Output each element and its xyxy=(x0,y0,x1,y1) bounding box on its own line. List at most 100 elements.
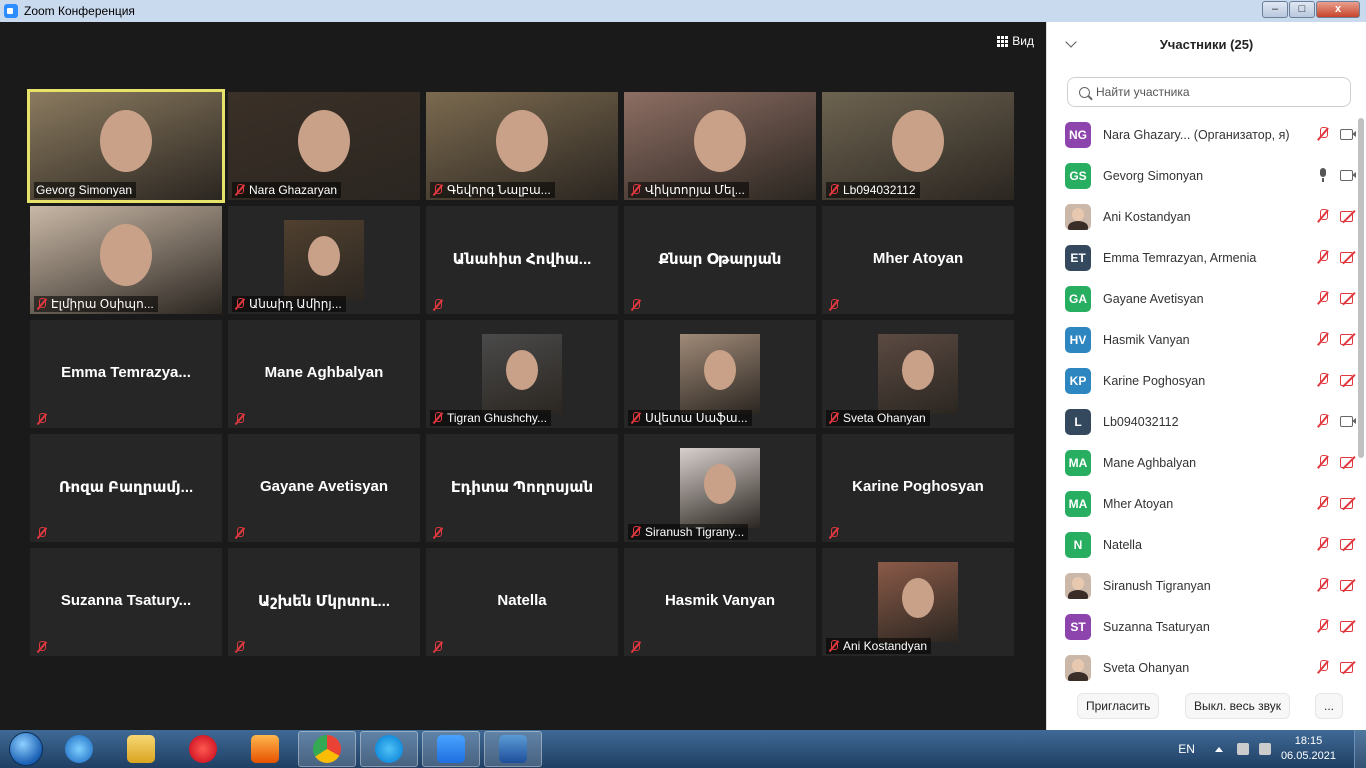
video-tile[interactable]: Էդիտա Պողոսյան xyxy=(426,434,618,542)
participant-name: Gevorg Simonyan xyxy=(1103,169,1203,183)
volume-icon[interactable] xyxy=(1258,743,1271,755)
video-camera-off-icon[interactable] xyxy=(1340,537,1357,551)
tray-expand-icon[interactable] xyxy=(1214,746,1223,752)
taskbar-app-button[interactable] xyxy=(360,731,418,767)
microphone-muted-icon[interactable] xyxy=(1316,496,1330,510)
video-camera-off-icon[interactable] xyxy=(1340,496,1357,510)
video-tile[interactable]: Emma Temrazya... xyxy=(30,320,222,428)
video-tile[interactable]: Siranush Tigrany... xyxy=(624,434,816,542)
participant-name: Emma Temrazyan, Armenia xyxy=(1103,251,1256,265)
microphone-muted-icon[interactable] xyxy=(1316,332,1330,346)
invite-button[interactable]: Пригласить xyxy=(1077,693,1160,719)
video-tile[interactable]: Անաիդ Ամիրյ... xyxy=(228,206,420,314)
video-camera-off-icon[interactable] xyxy=(1340,291,1357,305)
microphone-muted-icon[interactable] xyxy=(1316,250,1330,264)
video-tile[interactable]: Ռոզա Բաղրամյ... xyxy=(30,434,222,542)
show-desktop-button[interactable] xyxy=(1354,730,1366,768)
video-tile[interactable]: Էլմիրա Օսիպո... xyxy=(30,206,222,314)
participant-row[interactable]: MA Mher Atoyan xyxy=(1047,483,1357,524)
video-camera-off-icon[interactable] xyxy=(1340,250,1357,264)
microphone-muted-icon[interactable] xyxy=(1316,455,1330,469)
video-tile[interactable]: Mane Aghbalyan xyxy=(228,320,420,428)
panel-header: Участники (25) xyxy=(1047,22,1366,66)
more-button[interactable]: ... xyxy=(1315,693,1344,719)
video-tile[interactable]: Natella xyxy=(426,548,618,656)
video-tile[interactable]: Suzanna Tsatury... xyxy=(30,548,222,656)
search-input[interactable]: Найти участника xyxy=(1067,77,1351,107)
participant-row[interactable]: GA Gayane Avetisyan xyxy=(1047,278,1357,319)
video-camera-off-icon[interactable] xyxy=(1340,578,1357,592)
tile-name-label xyxy=(826,526,844,540)
video-camera-icon[interactable] xyxy=(1340,414,1357,428)
maximize-button[interactable]: □ xyxy=(1289,1,1315,18)
participant-row[interactable]: Sveta Ohanyan xyxy=(1047,647,1357,684)
language-indicator[interactable]: EN xyxy=(1178,742,1195,756)
video-tile[interactable]: Lb094032112 xyxy=(822,92,1014,200)
video-tile[interactable]: Աշխեն Մկրտու... xyxy=(228,548,420,656)
microphone-muted-icon[interactable] xyxy=(1316,619,1330,633)
microphone-muted-icon[interactable] xyxy=(1316,578,1330,592)
microphone-muted-icon[interactable] xyxy=(1316,660,1330,674)
video-tile[interactable]: Ani Kostandyan xyxy=(822,548,1014,656)
microphone-muted-icon[interactable] xyxy=(1316,414,1330,428)
video-tile[interactable]: Gevorg Simonyan xyxy=(27,89,225,203)
video-tile[interactable]: Tigran Ghushchy... xyxy=(426,320,618,428)
chevron-down-icon[interactable] xyxy=(1065,36,1077,48)
taskbar-app-button[interactable] xyxy=(112,731,170,767)
video-tile[interactable]: Գեվորգ Նալբա... xyxy=(426,92,618,200)
video-camera-off-icon[interactable] xyxy=(1340,373,1357,387)
participant-row[interactable]: KP Karine Poghosyan xyxy=(1047,360,1357,401)
view-button[interactable]: Вид xyxy=(997,34,1034,48)
start-button[interactable] xyxy=(6,731,46,767)
microphone-muted-icon[interactable] xyxy=(1316,537,1330,551)
microphone-muted-icon[interactable] xyxy=(1316,127,1330,141)
participant-row[interactable]: GS Gevorg Simonyan xyxy=(1047,155,1357,196)
video-tile[interactable]: Քնար Օթարյան xyxy=(624,206,816,314)
video-tile[interactable]: Nara Ghazaryan xyxy=(228,92,420,200)
participant-row[interactable]: ST Suzanna Tsaturyan xyxy=(1047,606,1357,647)
video-camera-off-icon[interactable] xyxy=(1340,455,1357,469)
video-tile[interactable]: Karine Poghosyan xyxy=(822,434,1014,542)
video-camera-icon[interactable] xyxy=(1340,127,1357,141)
video-tile[interactable]: Hasmik Vanyan xyxy=(624,548,816,656)
taskbar-app-button[interactable] xyxy=(50,731,108,767)
participant-row[interactable]: ET Emma Temrazyan, Armenia xyxy=(1047,237,1357,278)
face-shape xyxy=(704,350,736,390)
video-camera-off-icon[interactable] xyxy=(1340,332,1357,346)
video-camera-off-icon[interactable] xyxy=(1340,209,1357,223)
network-icon[interactable] xyxy=(1236,743,1249,755)
clock[interactable]: 18:15 06.05.2021 xyxy=(1281,734,1336,764)
taskbar-app-button[interactable] xyxy=(484,731,542,767)
video-camera-icon[interactable] xyxy=(1340,168,1357,182)
video-tile[interactable]: Sveta Ohanyan xyxy=(822,320,1014,428)
video-tile[interactable]: Mher Atoyan xyxy=(822,206,1014,314)
minimize-button[interactable]: – xyxy=(1262,1,1288,18)
participant-row[interactable]: NG Nara Ghazary... (Организатор, я) xyxy=(1047,114,1357,155)
microphone-muted-icon[interactable] xyxy=(1316,209,1330,223)
close-button[interactable]: x xyxy=(1316,1,1360,18)
video-tile[interactable]: Սվետա Սաֆա... xyxy=(624,320,816,428)
participant-row[interactable]: Ani Kostandyan xyxy=(1047,196,1357,237)
video-tile[interactable]: Անահիտ Հովհա... xyxy=(426,206,618,314)
video-camera-off-icon[interactable] xyxy=(1340,619,1357,633)
video-tile[interactable]: Gayane Avetisyan xyxy=(228,434,420,542)
taskbar-app-button[interactable] xyxy=(298,731,356,767)
participant-row[interactable]: Siranush Tigranyan xyxy=(1047,565,1357,606)
participant-row[interactable]: L Lb094032112 xyxy=(1047,401,1357,442)
participant-row[interactable]: MA Mane Aghbalyan xyxy=(1047,442,1357,483)
video-tile[interactable]: Վիկտորյա Մել... xyxy=(624,92,816,200)
taskbar-app-button[interactable] xyxy=(174,731,232,767)
mute-all-button[interactable]: Выкл. весь звук xyxy=(1185,693,1291,719)
taskbar-app-button[interactable] xyxy=(236,731,294,767)
participant-row[interactable]: N Natella xyxy=(1047,524,1357,565)
taskbar-app-button[interactable] xyxy=(422,731,480,767)
microphone-muted-icon[interactable] xyxy=(1316,291,1330,305)
microphone-muted-icon[interactable] xyxy=(1316,373,1330,387)
tile-name-label: Էլմիրա Օսիպո... xyxy=(34,296,158,312)
avatar: HV xyxy=(1065,326,1091,353)
participant-row[interactable]: HV Hasmik Vanyan xyxy=(1047,319,1357,360)
video-camera-off-icon[interactable] xyxy=(1340,660,1357,674)
muted-mic-icon xyxy=(828,640,840,652)
microphone-icon[interactable] xyxy=(1316,168,1330,182)
participant-list-scrollbar[interactable] xyxy=(1358,118,1364,458)
